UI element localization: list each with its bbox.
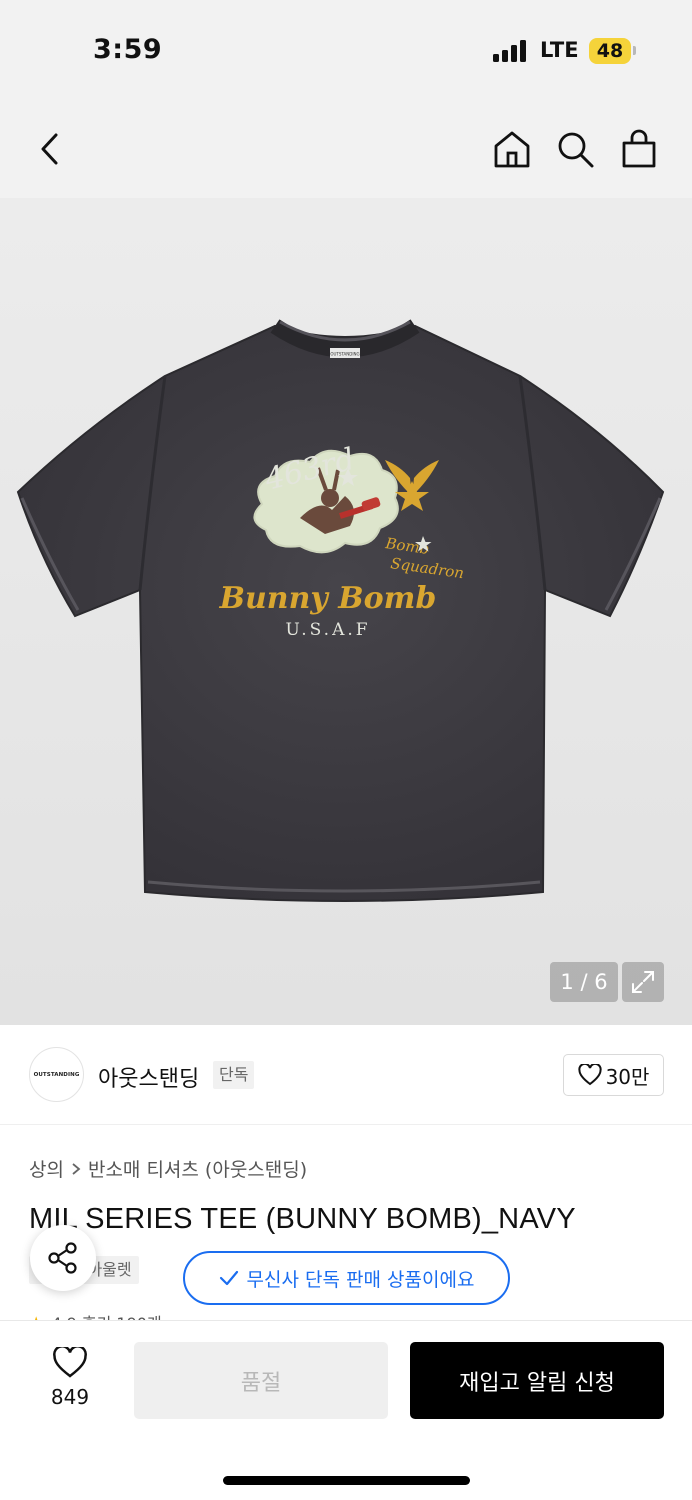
heart-icon	[577, 1064, 602, 1086]
nav-bar	[0, 100, 692, 198]
wishlist-count: 849	[50, 1385, 90, 1409]
network-label: LTE	[540, 38, 579, 62]
expand-icon[interactable]	[622, 962, 664, 1002]
breadcrumb-category[interactable]: 상의	[29, 1155, 64, 1182]
home-icon[interactable]	[490, 126, 534, 172]
cart-icon[interactable]	[617, 126, 661, 172]
share-button[interactable]	[30, 1225, 96, 1291]
print-headline: Bunny Bomb	[219, 581, 437, 616]
breadcrumb-subcategory[interactable]: 반소매 티셔츠 (아웃스탠딩)	[88, 1155, 307, 1182]
bottom-action-bar: 849 품절 재입고 알림 신청	[0, 1320, 692, 1500]
status-time: 3:59	[93, 34, 163, 65]
battery-tip	[633, 46, 636, 55]
battery-icon: 48	[589, 38, 631, 64]
share-icon	[48, 1242, 77, 1274]
status-bar: 3:59 LTE 48	[0, 0, 692, 100]
product-image: OUTSTANDING 463rd Bomb Squadron Bunny Bo…	[16, 319, 665, 902]
neck-label-text: OUTSTANDING	[330, 352, 359, 357]
wishlist-button[interactable]: 849	[40, 1347, 100, 1417]
restock-alert-button[interactable]: 재입고 알림 신청	[410, 1342, 664, 1419]
brand-exclusive-tag: 단독	[213, 1061, 255, 1089]
brand-logo[interactable]: OUTSTANDING	[29, 1047, 84, 1102]
chevron-right-icon	[72, 1162, 81, 1175]
exclusive-toast: 무신사 단독 판매 상품이에요	[183, 1251, 510, 1305]
soldout-button: 품절	[134, 1342, 388, 1419]
check-icon	[219, 1270, 238, 1286]
page-indicator: 1 / 6	[550, 962, 618, 1002]
brand-row: OUTSTANDING 아웃스탠딩 단독 30만	[0, 1025, 692, 1125]
brand-name[interactable]: 아웃스탠딩	[98, 1061, 199, 1093]
brand-like-count: 30만	[605, 1064, 650, 1089]
home-indicator	[223, 1476, 470, 1485]
exclusive-toast-text: 무신사 단독 판매 상품이에요	[246, 1268, 475, 1291]
product-title: MIL SERIES TEE (BUNNY BOMB)_NAVY	[29, 1203, 576, 1235]
back-icon[interactable]	[28, 126, 72, 172]
search-icon[interactable]	[553, 126, 597, 172]
product-gallery[interactable]: OUTSTANDING 463rd Bomb Squadron Bunny Bo…	[0, 198, 692, 1025]
breadcrumb: 상의 반소매 티셔츠 (아웃스탠딩)	[29, 1155, 307, 1182]
signal-icon	[493, 40, 529, 62]
heart-icon	[53, 1347, 87, 1378]
brand-like-button[interactable]: 30만	[563, 1054, 664, 1096]
print-footer: U.S.A.F	[285, 620, 370, 640]
